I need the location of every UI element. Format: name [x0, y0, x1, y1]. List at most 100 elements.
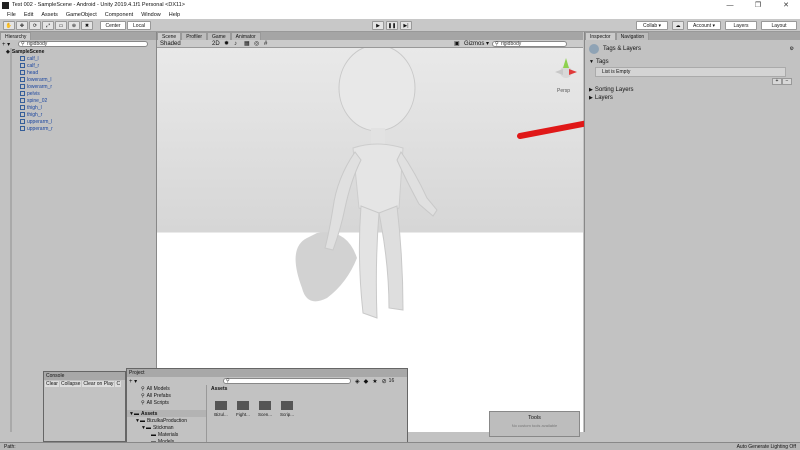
asset-label: Fight...: [236, 412, 250, 417]
project-breadcrumb[interactable]: Assets: [211, 386, 227, 392]
scene-row[interactable]: ◈ SampleScene: [2, 48, 156, 55]
favorite-all-prefabs[interactable]: ⚲ All Prefabs: [127, 392, 206, 399]
lighting-toggle-icon[interactable]: ✹: [224, 40, 234, 47]
hierarchy-item-head[interactable]: head: [2, 69, 156, 76]
audio-toggle-icon[interactable]: ♪: [234, 41, 244, 47]
tab-hierarchy[interactable]: Hierarchy: [0, 32, 32, 40]
rect-tool-icon[interactable]: ▭: [55, 21, 67, 30]
hierarchy-item-lowerarm-r[interactable]: lowerarm_r: [2, 83, 156, 90]
tree-materials[interactable]: ▬ Materials: [127, 431, 206, 438]
console-tab[interactable]: Console: [46, 373, 64, 379]
tree-assets[interactable]: ▼▬ Assets: [127, 410, 206, 417]
inspector-panel: Inspector Navigation Tags & Layers ⚙ ▼ T…: [584, 32, 800, 432]
console-titlebar[interactable]: Console: [44, 372, 125, 380]
hierarchy-item-thigh-l[interactable]: thigh_l: [2, 104, 156, 111]
add-tag-button[interactable]: +: [772, 78, 782, 85]
account-dropdown[interactable]: Account ▾: [687, 21, 721, 30]
scene-orientation-gizmo[interactable]: [555, 58, 577, 78]
asset-folder[interactable]: Bizul...: [213, 401, 229, 418]
custom-tool-icon[interactable]: ✖: [81, 21, 93, 30]
settings-gear-icon[interactable]: ⚙: [790, 46, 794, 52]
lighting-status[interactable]: Auto Generate Lighting Off: [737, 444, 796, 450]
grid-toggle-icon[interactable]: #: [264, 41, 274, 47]
menu-assets[interactable]: Assets: [37, 12, 62, 18]
console-collapse-button[interactable]: Collapse: [59, 381, 82, 387]
collab-button[interactable]: Collab ▾: [636, 21, 668, 30]
maximize-button[interactable]: ❐: [744, 1, 772, 9]
effects-toggle-icon[interactable]: ▦: [244, 40, 254, 47]
asset-folder[interactable]: Scrip...: [279, 401, 295, 418]
tab-inspector[interactable]: Inspector: [585, 32, 616, 40]
layout-dropdown[interactable]: Layout: [761, 21, 797, 30]
asset-folder[interactable]: Scen...: [257, 401, 273, 418]
menu-file[interactable]: File: [3, 12, 20, 18]
space-local-toggle[interactable]: Local: [127, 21, 151, 30]
menu-component[interactable]: Component: [101, 12, 137, 18]
favorite-all-models[interactable]: ⚲ All Models: [127, 385, 206, 392]
tags-foldout[interactable]: ▼ Tags: [585, 58, 800, 66]
scale-tool-icon[interactable]: ⤢: [42, 21, 54, 30]
tab-game[interactable]: Game: [207, 32, 231, 40]
rotate-tool-icon[interactable]: ⟳: [29, 21, 41, 30]
hierarchy-item-pelvis[interactable]: pelvis: [2, 90, 156, 97]
project-tab[interactable]: Project: [129, 370, 145, 376]
console-window: Console Clear Collapse Clear on Play C: [43, 371, 126, 442]
play-icon[interactable]: ▶: [372, 21, 384, 30]
hierarchy-item-upperarm-l[interactable]: upperarm_l: [2, 118, 156, 125]
hierarchy-item-lowerarm-l[interactable]: lowerarm_l: [2, 76, 156, 83]
tree-bizulkaproduction[interactable]: ▼▬ BizulkaProduction: [127, 417, 206, 424]
project-titlebar[interactable]: Project: [127, 369, 407, 377]
asset-folder[interactable]: Fight...: [235, 401, 251, 418]
project-add-button[interactable]: + ▾: [129, 378, 143, 385]
hierarchy-item-spine-02[interactable]: spine_02: [2, 97, 156, 104]
remove-tag-button[interactable]: −: [782, 78, 792, 85]
minimize-button[interactable]: —: [716, 2, 744, 9]
tab-scene[interactable]: Scene: [157, 32, 182, 40]
console-clear-button[interactable]: Clear: [45, 381, 59, 387]
folder-icon: ▬: [151, 431, 156, 438]
step-icon[interactable]: ▶|: [400, 21, 412, 30]
menu-help[interactable]: Help: [165, 12, 184, 18]
tab-profiler[interactable]: Profiler: [181, 32, 208, 40]
move-tool-icon[interactable]: ✥: [16, 21, 28, 30]
hierarchy-item-calf-l[interactable]: calf_l: [2, 55, 156, 62]
shading-dropdown[interactable]: Shaded: [160, 41, 206, 47]
menu-window[interactable]: Window: [137, 12, 165, 18]
console-more-button[interactable]: C: [115, 381, 122, 387]
tree-stickman[interactable]: ▼▬ Stickman: [127, 424, 206, 431]
gizmos-dropdown[interactable]: Gizmos ▾: [464, 40, 492, 47]
tab-animator[interactable]: Animator: [230, 32, 261, 40]
tab-navigation[interactable]: Navigation: [615, 32, 650, 40]
filter-type-icon[interactable]: ◈: [355, 378, 360, 385]
item-label: thigh_r: [27, 111, 43, 118]
hand-tool-icon[interactable]: ✋: [3, 21, 15, 30]
camera-icon[interactable]: ▣: [454, 40, 464, 47]
list-empty-text: List is Empty: [602, 69, 631, 75]
transform-tool-icon[interactable]: ⊕: [68, 21, 80, 30]
filter-label-icon[interactable]: ◆: [364, 378, 369, 385]
layers-foldout[interactable]: ▶ Layers: [585, 94, 800, 102]
console-clear-on-play-button[interactable]: Clear on Play: [82, 381, 115, 387]
pause-icon[interactable]: ❚❚: [386, 21, 398, 30]
layers-dropdown[interactable]: Layers: [725, 21, 757, 30]
menu-gameobject[interactable]: GameObject: [62, 12, 101, 18]
gameobject-cube-icon: [20, 112, 25, 117]
project-search-input[interactable]: ⚲: [223, 378, 351, 384]
favorite-icon[interactable]: ★: [372, 378, 377, 385]
menu-edit[interactable]: Edit: [20, 12, 37, 18]
hierarchy-item-calf-r[interactable]: calf_r: [2, 62, 156, 69]
hidden-packages-icon[interactable]: ⊘: [382, 378, 387, 385]
hierarchy-search-input[interactable]: ⚲ rigidbody: [18, 41, 148, 47]
2d-toggle[interactable]: 2D: [212, 41, 224, 47]
sorting-layers-label: Sorting Layers: [594, 87, 634, 93]
hierarchy-item-upperarm-r[interactable]: upperarm_r: [2, 125, 156, 132]
sorting-layers-foldout[interactable]: ▶ Sorting Layers: [585, 86, 800, 94]
cloud-icon[interactable]: ☁: [672, 21, 684, 30]
favorite-all-scripts[interactable]: ⚲ All Scripts: [127, 399, 206, 406]
hierarchy-add-button[interactable]: + ▾: [2, 41, 18, 48]
hierarchy-item-thigh-r[interactable]: thigh_r: [2, 111, 156, 118]
scene-search-input[interactable]: ⚲ rigidbody: [492, 40, 567, 47]
pivot-center-toggle[interactable]: Center: [100, 21, 126, 30]
close-button[interactable]: ✕: [772, 1, 800, 9]
hidden-objects-icon[interactable]: ◎: [254, 40, 264, 47]
